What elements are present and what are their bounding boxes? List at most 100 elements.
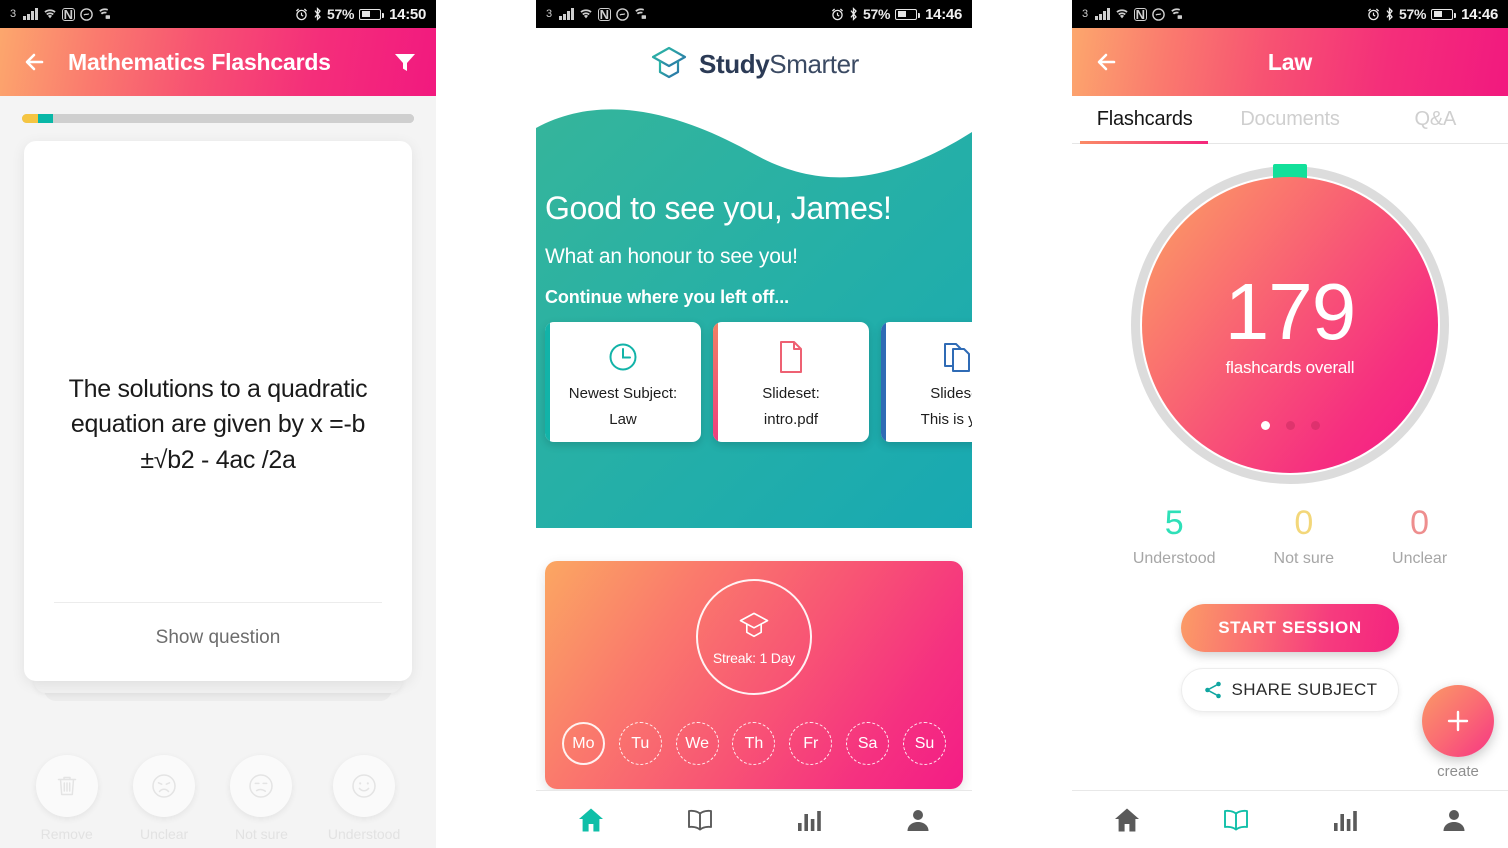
neutral-face-icon bbox=[249, 774, 274, 798]
brand-logo: StudySmarter bbox=[536, 28, 972, 100]
create-fab[interactable] bbox=[1422, 685, 1494, 757]
nav-subjects[interactable] bbox=[673, 798, 727, 842]
greeting-text: Good to see you, James! bbox=[545, 190, 892, 226]
bar-chart-icon bbox=[797, 810, 821, 831]
action-notsure-label: Not sure bbox=[235, 826, 288, 842]
progress-bar-wrap bbox=[0, 96, 436, 123]
continue-card-line1: Slideset: bbox=[762, 384, 820, 402]
donut-pager bbox=[1131, 421, 1449, 430]
stat-understood-value: 5 bbox=[1164, 504, 1184, 542]
bluetooth-icon bbox=[314, 7, 321, 21]
signal-bars-icon bbox=[1095, 8, 1110, 20]
nav-stats[interactable] bbox=[1318, 798, 1372, 842]
status-bar: 3 N 57% 14:46 bbox=[536, 0, 972, 28]
flashcard-body: The solutions to a quadratic equation ar… bbox=[0, 96, 436, 848]
streak-day-th[interactable]: Th bbox=[732, 722, 776, 765]
nav-stats[interactable] bbox=[782, 798, 836, 842]
app-bar: Law bbox=[1072, 28, 1508, 96]
continue-card-line2: Law bbox=[609, 411, 637, 429]
bluetooth-icon bbox=[850, 7, 857, 21]
pager-dot-1[interactable] bbox=[1260, 421, 1270, 430]
brand-logo-light: Smarter bbox=[769, 48, 859, 79]
battery-percent: 57% bbox=[863, 6, 891, 22]
continue-heading: Continue where you left off... bbox=[545, 286, 789, 307]
continue-card-slideset-intro[interactable]: Slideset: intro.pdf bbox=[713, 321, 869, 443]
nav-profile[interactable] bbox=[891, 798, 945, 842]
filter-icon[interactable] bbox=[392, 49, 418, 75]
tab-documents[interactable]: Documents bbox=[1217, 108, 1362, 131]
studysmarter-box-icon bbox=[739, 612, 769, 638]
stat-notsure-label: Not sure bbox=[1273, 550, 1335, 567]
alarm-icon bbox=[295, 7, 308, 20]
flashcard[interactable]: The solutions to a quadratic equation ar… bbox=[24, 141, 412, 681]
cast-icon bbox=[635, 8, 647, 19]
greeting-subtitle: What an honour to see you! bbox=[545, 244, 798, 268]
do-not-disturb-icon bbox=[616, 7, 629, 21]
tab-flashcards[interactable]: Flashcards bbox=[1072, 108, 1217, 131]
person-icon bbox=[1443, 809, 1464, 831]
nav-subjects[interactable] bbox=[1209, 798, 1263, 842]
streak-widget[interactable]: Streak: 1 Day Mo Tu We Th Fr Sa Su bbox=[545, 561, 963, 789]
action-remove[interactable]: Remove bbox=[35, 755, 98, 842]
studysmarter-box-icon bbox=[651, 46, 687, 79]
create-fab-wrap: create bbox=[1422, 685, 1494, 780]
tab-qna[interactable]: Q&A bbox=[1363, 108, 1508, 131]
bottom-navigation bbox=[536, 790, 972, 848]
flashcard-stack: The solutions to a quadratic equation ar… bbox=[24, 141, 412, 701]
progress-segment-understood bbox=[37, 114, 54, 123]
back-arrow-icon[interactable] bbox=[18, 44, 54, 80]
pager-dot-2[interactable] bbox=[1285, 421, 1295, 430]
share-subject-button[interactable]: SHARE SUBJECT bbox=[1181, 668, 1399, 712]
person-icon bbox=[907, 809, 928, 831]
action-understood-label: Understood bbox=[327, 826, 401, 842]
phone-screen-flashcard-study: 3 N 57% 14:50 Mathematics Flashcards The… bbox=[0, 0, 436, 848]
battery-percent: 57% bbox=[1399, 6, 1427, 22]
brand-logo-text: StudySmarter bbox=[699, 49, 859, 80]
continue-card-slideset-other[interactable]: Slideset: This is your bbox=[881, 321, 972, 443]
flashcard-divider bbox=[54, 602, 382, 603]
nav-profile[interactable] bbox=[1427, 798, 1481, 842]
streak-day-tu[interactable]: Tu bbox=[618, 722, 662, 765]
stat-unclear-label: Unclear bbox=[1392, 550, 1448, 567]
streak-days-row: Mo Tu We Th Fr Sa Su bbox=[545, 722, 963, 765]
flashcard-donut-wrap: 179 flashcards overall bbox=[1072, 164, 1508, 484]
home-icon bbox=[578, 808, 603, 831]
streak-day-mo[interactable]: Mo bbox=[561, 722, 605, 765]
clock: 14:46 bbox=[925, 5, 962, 23]
phone-screen-home-dashboard: 3 N 57% 14:46 StudySmarter Good to see y… bbox=[536, 0, 972, 848]
screenshot-gap-1 bbox=[436, 0, 536, 848]
start-session-button[interactable]: START SESSION bbox=[1181, 604, 1399, 652]
home-hero-content: Good to see you, James! What an honour t… bbox=[536, 188, 972, 443]
remove-bubble bbox=[35, 755, 98, 817]
streak-day-sa[interactable]: Sa bbox=[846, 722, 890, 765]
flashcard-donut[interactable]: 179 flashcards overall bbox=[1131, 164, 1449, 484]
network-label: 3 bbox=[1082, 8, 1089, 20]
page-title: Mathematics Flashcards bbox=[68, 48, 331, 75]
action-unclear[interactable]: Unclear bbox=[133, 755, 196, 842]
battery-icon bbox=[1431, 8, 1456, 20]
streak-day-fr[interactable]: Fr bbox=[789, 722, 833, 765]
nav-home[interactable] bbox=[564, 798, 618, 842]
back-arrow-icon[interactable] bbox=[1090, 44, 1126, 80]
streak-day-su[interactable]: Su bbox=[902, 722, 946, 765]
status-bar: 3 N 57% 14:46 bbox=[1072, 0, 1508, 28]
phone-screen-subject-overview: 3 N 57% 14:46 Law Flashcards Documents Q… bbox=[1072, 0, 1508, 848]
stat-understood: 5 Understood bbox=[1133, 506, 1216, 568]
action-notsure[interactable]: Not sure bbox=[230, 755, 293, 842]
signal-bars-icon bbox=[559, 8, 574, 20]
streak-day-we[interactable]: We bbox=[675, 722, 719, 765]
nav-home[interactable] bbox=[1100, 798, 1154, 842]
flashcard-stats-row: 5 Understood 0 Not sure 0 Unclear bbox=[1072, 506, 1508, 568]
continue-cards-carousel[interactable]: Newest Subject: Law Slideset: intro.pdf bbox=[545, 321, 972, 443]
subject-tabs: Flashcards Documents Q&A bbox=[1072, 96, 1508, 144]
status-bar-right: 57% 14:46 bbox=[1367, 6, 1498, 23]
streak-label: Streak: 1 Day bbox=[712, 650, 796, 666]
action-understood[interactable]: Understood bbox=[328, 755, 400, 842]
wifi-icon bbox=[44, 9, 56, 19]
continue-card-stripe bbox=[881, 321, 886, 443]
clock-icon bbox=[553, 336, 693, 378]
show-question-button[interactable]: Show question bbox=[24, 627, 412, 649]
pager-dot-3[interactable] bbox=[1310, 421, 1320, 430]
continue-card-subject[interactable]: Newest Subject: Law bbox=[545, 321, 701, 443]
sad-face-icon bbox=[152, 774, 176, 798]
